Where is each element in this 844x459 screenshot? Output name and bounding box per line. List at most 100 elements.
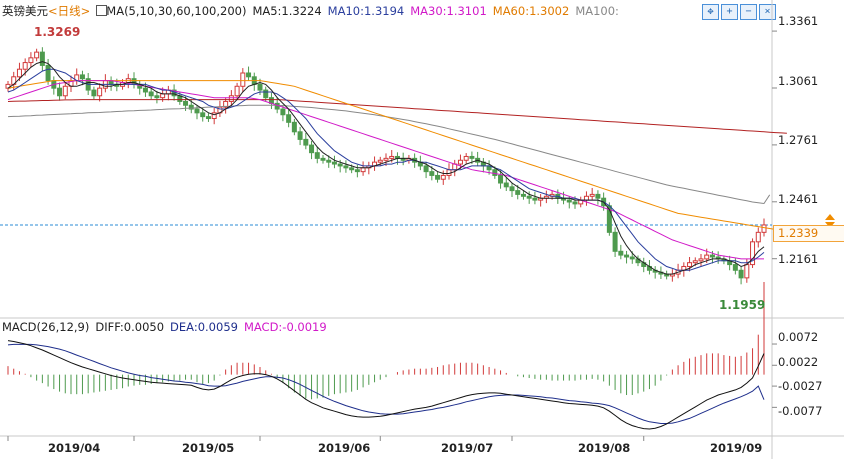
candle-body — [349, 167, 355, 171]
y-tick-label: 1.2761 — [778, 133, 819, 147]
x-date-label: 2019/05 — [182, 441, 235, 455]
candle-body — [205, 116, 211, 120]
macd-y-tick-label: 0.0072 — [778, 330, 819, 344]
candle-body — [389, 155, 395, 159]
candle-body — [360, 167, 366, 173]
candle-body — [62, 85, 68, 97]
macd-y-tick-label: -0.0027 — [778, 379, 823, 393]
candle-body — [354, 169, 360, 173]
candle-body — [520, 193, 526, 197]
candle-body — [755, 231, 761, 243]
candle-body — [492, 169, 498, 176]
candle-body — [469, 155, 475, 159]
candle-body — [246, 72, 252, 78]
candle-body — [440, 174, 446, 180]
candle-body — [343, 165, 349, 169]
candle-body — [589, 193, 595, 197]
candle-body — [515, 190, 521, 195]
ma5-line — [7, 61, 765, 275]
x-date-label: 2019/06 — [318, 441, 371, 455]
y-tick-label: 1.3061 — [778, 74, 819, 88]
macd-dif-line — [7, 340, 765, 430]
current-price-tag: 1.2339 — [773, 225, 844, 242]
candle-body — [709, 254, 715, 258]
candle-body — [297, 131, 303, 140]
candle-body — [28, 57, 34, 64]
candle-body — [22, 62, 28, 70]
macd-y-tick-label: -0.0077 — [778, 404, 823, 418]
candle-body — [194, 108, 200, 114]
candle-body — [314, 152, 320, 159]
candle-body — [200, 112, 206, 118]
candle-body — [148, 91, 154, 97]
candle-body — [154, 95, 160, 99]
x-date-label: 2019/07 — [441, 441, 494, 455]
candle-body — [309, 144, 315, 154]
candle-body — [698, 258, 704, 262]
candle-body — [629, 256, 635, 260]
candle-body — [263, 89, 269, 99]
candle-body — [692, 260, 698, 264]
candle-body — [331, 161, 337, 165]
candle-body — [97, 87, 103, 97]
candle-body — [240, 72, 246, 87]
candle-body — [79, 74, 85, 80]
candle-body — [286, 114, 292, 123]
candle-body — [57, 87, 63, 97]
candle-body — [612, 231, 618, 252]
x-date-label: 2019/09 — [710, 441, 763, 455]
candle-body — [744, 264, 750, 279]
candle-body — [45, 64, 51, 82]
candle-body — [211, 112, 217, 120]
candle-body — [280, 108, 286, 116]
y-tick-label: 1.3361 — [778, 14, 819, 28]
y-tick-label: 1.2161 — [778, 252, 819, 266]
candle-body — [526, 195, 532, 199]
candle-body — [303, 138, 309, 146]
price-chart[interactable] — [0, 0, 844, 459]
candle-body — [228, 95, 234, 102]
candle-body — [463, 155, 469, 161]
candle-body — [337, 163, 343, 167]
candle-body — [160, 93, 166, 99]
macd-y-tick-label: 0.0022 — [778, 355, 819, 369]
candle-body — [503, 182, 509, 188]
ma200-line — [7, 99, 787, 134]
y-tick-label: 1.2461 — [778, 192, 819, 206]
candle-body — [291, 121, 297, 133]
candle-body — [761, 224, 767, 233]
price-up-arrow-icon — [825, 214, 835, 220]
candle-body — [732, 264, 738, 271]
x-date-label: 2019/04 — [48, 441, 101, 455]
candle-body — [566, 199, 572, 203]
candle-body — [257, 83, 263, 91]
candle-body — [91, 89, 97, 97]
candle-body — [326, 159, 332, 163]
candle-body — [738, 269, 744, 279]
candle-body — [34, 51, 40, 59]
candle-body — [16, 68, 22, 78]
candle-body — [142, 87, 148, 93]
candle-body — [131, 78, 137, 85]
candle-body — [183, 100, 189, 106]
candle-body — [320, 157, 326, 161]
ma30-line — [7, 80, 764, 260]
candle-body — [377, 159, 383, 163]
candle-body — [498, 174, 504, 184]
candle-body — [234, 85, 240, 97]
candle-body — [532, 197, 538, 201]
candle-body — [583, 195, 589, 201]
candle-body — [509, 186, 515, 192]
candle-body — [572, 201, 578, 205]
candle-body — [383, 157, 389, 161]
x-date-label: 2019/08 — [578, 441, 631, 455]
candle-body — [704, 254, 710, 260]
candle-body — [687, 262, 693, 267]
candle-body — [39, 51, 45, 66]
candle-body — [457, 159, 463, 165]
candle-body — [595, 193, 601, 199]
candle-body — [618, 250, 624, 256]
candle-body — [423, 165, 429, 173]
candle-body — [624, 254, 630, 258]
ma100-line — [7, 104, 771, 205]
